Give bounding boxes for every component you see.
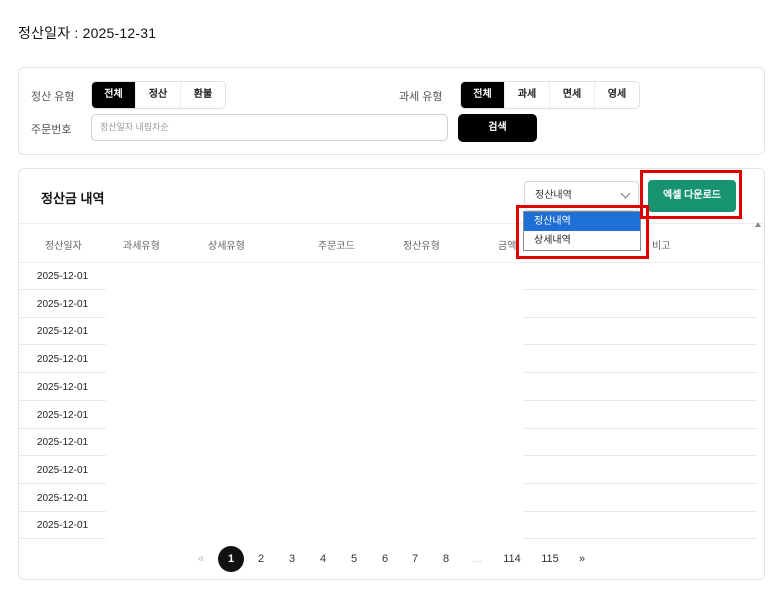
cell-settle-date: 2025-12-01 [19,402,106,429]
search-button[interactable]: 검색 [458,114,537,142]
page-115[interactable]: 115 [537,546,563,572]
page-4[interactable]: 4 [315,546,331,572]
row-tail-cells [524,263,757,290]
list-type-select-value: 정산내역 [535,190,572,201]
page-2[interactable]: 2 [253,546,269,572]
cell-settle-date: 2025-12-01 [19,512,106,540]
tax-type-label: 과세 유형 [399,91,443,103]
page-8[interactable]: 8 [438,546,454,572]
col-detail-type: 상세유형 [208,241,245,252]
table-row: 2025-12-01 [19,512,764,540]
prev-page-icon[interactable]: « [195,546,207,572]
table-header: 정산일자 과세유형 상세유형 주문코드 정산유형 금액 비고 [19,223,764,263]
order-no-label: 주문번호 [31,124,72,136]
tax-type-taxable[interactable]: 과세 [505,82,550,108]
tax-type-segment: 전체 과세 면세 영세 [460,81,640,109]
col-note: 비고 [652,241,671,252]
tax-type-zero[interactable]: 영세 [595,82,639,108]
cell-settle-date: 2025-12-01 [19,429,106,457]
chevron-down-icon [620,188,631,199]
settle-type-segment: 전체 정산 환불 [91,81,226,109]
cell-settle-date: 2025-12-01 [19,374,106,401]
cell-settle-date: 2025-12-01 [19,485,106,512]
dropdown-option-settlement[interactable]: 정산내역 [524,212,640,231]
row-tail-cells [524,402,757,429]
dropdown-option-detail[interactable]: 상세내역 [524,231,640,250]
list-title: 정산금 내역 [41,191,105,206]
settle-type-settle[interactable]: 정산 [136,82,181,108]
order-no-input[interactable]: 정산일자 내림차순 [91,114,448,141]
cell-settle-date: 2025-12-01 [19,291,106,318]
col-settle-date: 정산일자 [45,241,82,252]
page-7[interactable]: 7 [407,546,423,572]
cell-settle-date: 2025-12-01 [19,318,106,346]
row-tail-cells [524,291,757,318]
row-tail-cells [524,374,757,401]
col-settle-type: 정산유형 [403,241,440,252]
row-tail-cells [524,485,757,512]
row-tail-cells [524,318,757,346]
page-title: 정산일자 : 2025-12-31 [18,25,157,41]
col-order-code: 주문코드 [318,241,355,252]
page-3[interactable]: 3 [284,546,300,572]
page-1[interactable]: 1 [218,546,244,572]
settle-type-all[interactable]: 전체 [92,82,136,108]
pagination: « 1 2 3 4 5 6 7 8 ... 114 115 » [0,546,783,572]
scroll-up-arrow-icon[interactable] [755,222,761,227]
table-row: 2025-12-01 [19,457,764,485]
table-row: 2025-12-01 [19,429,764,457]
col-amount: 금액 [498,241,517,252]
table-row: 2025-12-01 [19,291,764,319]
next-page-icon[interactable]: » [576,546,588,572]
table-row: 2025-12-01 [19,402,764,430]
cell-settle-date: 2025-12-01 [19,457,106,484]
row-tail-cells [524,457,757,484]
table-row: 2025-12-01 [19,263,764,291]
cell-settle-date: 2025-12-01 [19,263,106,290]
table-row: 2025-12-01 [19,485,764,513]
col-tax-type: 과세유형 [123,241,160,252]
page-ellipsis: ... [472,553,482,565]
settle-type-refund[interactable]: 환불 [181,82,225,108]
tax-type-all[interactable]: 전체 [461,82,505,108]
filter-panel: 정산 유형 전체 정산 환불 과세 유형 전체 과세 면세 영세 주문번호 정산… [18,67,765,155]
table-row: 2025-12-01 [19,346,764,374]
cell-settle-date: 2025-12-01 [19,346,106,374]
excel-download-button[interactable]: 엑셀 다운로드 [648,180,736,212]
list-type-select[interactable]: 정산내역 [524,181,639,211]
page-5[interactable]: 5 [346,546,362,572]
settle-type-label: 정산 유형 [31,91,75,103]
list-type-dropdown: 정산내역 상세내역 [523,211,641,251]
page-114[interactable]: 114 [499,546,525,572]
table-row: 2025-12-01 [19,374,764,402]
table-row: 2025-12-01 [19,318,764,346]
page-6[interactable]: 6 [377,546,393,572]
row-tail-cells [524,429,757,457]
tax-type-exempt[interactable]: 면세 [550,82,595,108]
row-tail-cells [524,512,757,540]
row-tail-cells [524,346,757,374]
settlement-list-panel: 정산금 내역 정산내역 엑셀 다운로드 정산일자 과세유형 상세유형 주문코드 … [18,168,765,580]
